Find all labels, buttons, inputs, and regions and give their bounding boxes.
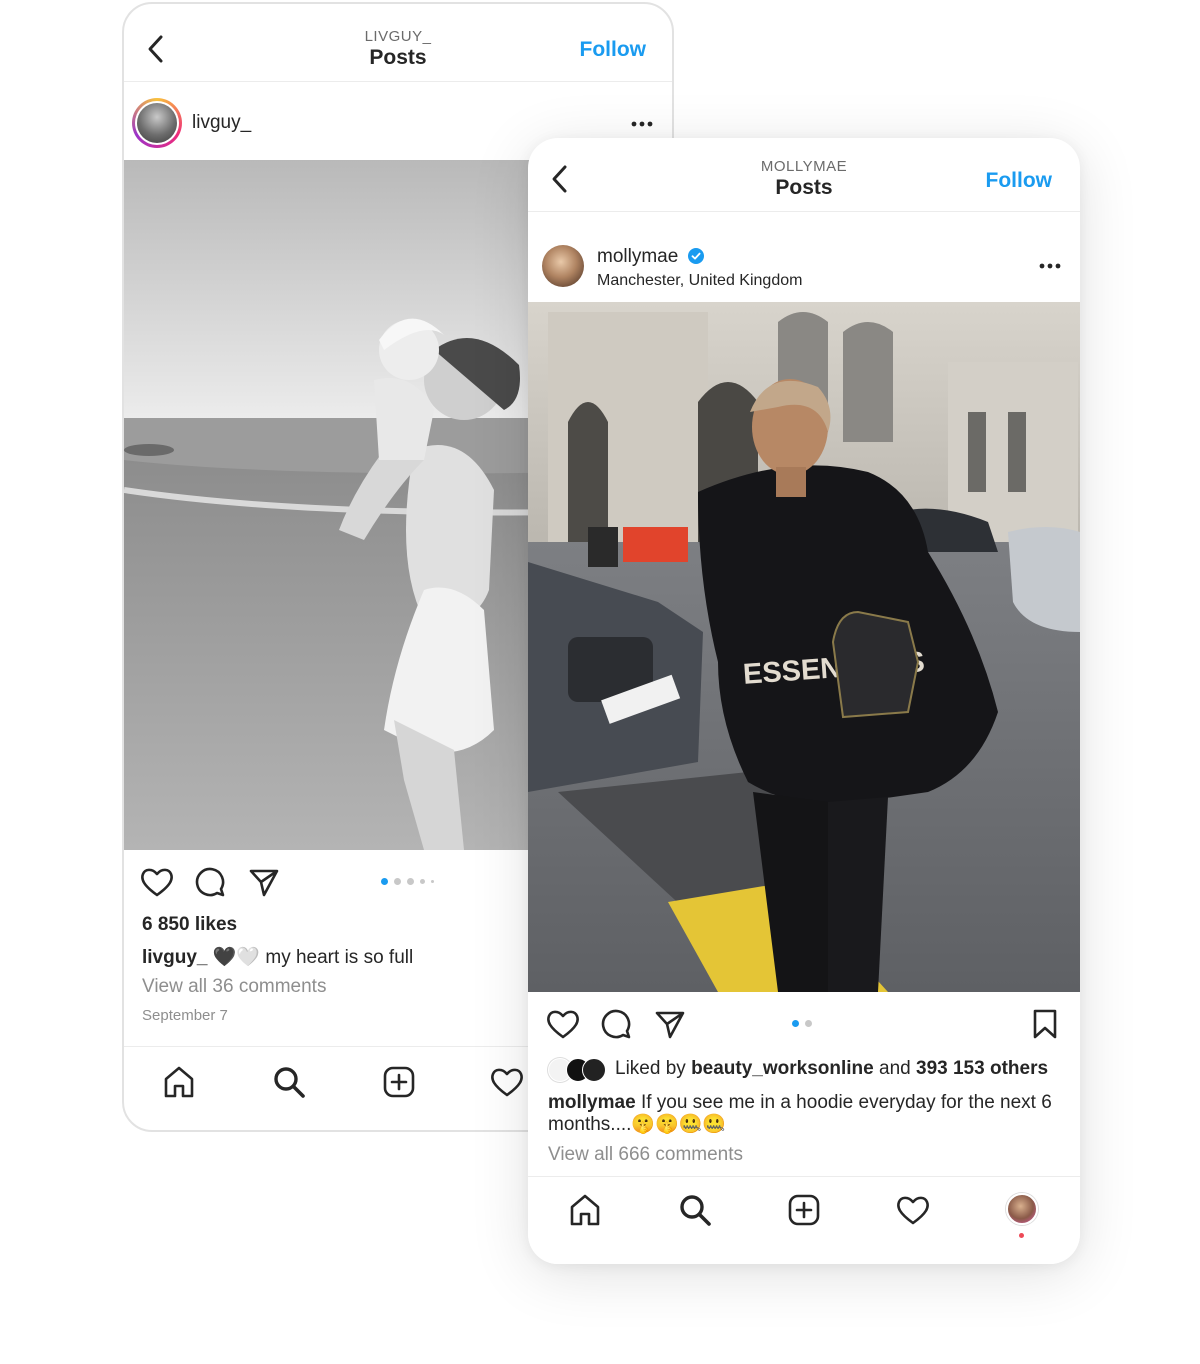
caption-username[interactable]: livguy_ <box>142 947 207 968</box>
front-phone-screen: MOLLYMAE Posts Follow mollymae Mancheste… <box>528 138 1080 1264</box>
carousel-dot <box>381 878 388 885</box>
carousel-indicator <box>792 1020 812 1027</box>
liked-by-line: Liked by beauty_worksonline and 393 153 … <box>615 1058 1048 1080</box>
caption-text: my heart is so full <box>265 947 414 968</box>
add-post-icon[interactable] <box>382 1065 416 1099</box>
story-avatar[interactable] <box>132 98 182 148</box>
carousel-dot <box>394 878 401 885</box>
bottom-nav <box>528 1176 1080 1264</box>
profile-avatar[interactable] <box>1006 1193 1038 1225</box>
follow-button[interactable]: Follow <box>986 169 1053 193</box>
more-options-icon[interactable] <box>1038 262 1062 270</box>
post-caption: livguy_ 🖤🤍 my heart is so full <box>142 945 413 969</box>
liked-by-user[interactable]: beauty_worksonline <box>691 1058 874 1079</box>
post-username-text[interactable]: mollymae <box>597 246 678 267</box>
liked-by-avatar <box>582 1058 606 1082</box>
share-icon[interactable] <box>248 866 280 898</box>
carousel-dot <box>805 1020 812 1027</box>
like-heart-icon[interactable] <box>546 1008 580 1040</box>
home-icon[interactable] <box>568 1193 602 1227</box>
heart-icon[interactable] <box>896 1193 930 1227</box>
verified-badge-icon <box>687 248 704 264</box>
post-location[interactable]: Manchester, United Kingdom <box>597 272 802 290</box>
notification-dot <box>1019 1233 1024 1238</box>
caption-username[interactable]: mollymae <box>548 1092 636 1113</box>
follow-button[interactable]: Follow <box>580 38 647 62</box>
carousel-dot <box>792 1020 799 1027</box>
liked-by-avatars[interactable] <box>548 1058 610 1082</box>
bookmark-icon[interactable] <box>1031 1008 1059 1040</box>
home-icon[interactable] <box>162 1065 196 1099</box>
post-photo[interactable]: ESSENTIALS <box>528 302 1080 992</box>
view-comments-link[interactable]: View all 36 comments <box>142 976 326 998</box>
caption-emoji: 🖤🤍 <box>212 947 261 968</box>
user-avatar[interactable] <box>542 245 584 287</box>
search-icon[interactable] <box>272 1065 306 1099</box>
post-header: mollymae Manchester, United Kingdom <box>528 213 1080 301</box>
post-date: September 7 <box>142 1007 228 1024</box>
heart-icon[interactable] <box>490 1065 524 1099</box>
post-username[interactable]: livguy_ <box>192 112 251 134</box>
top-bar: LIVGUY_ Posts Follow <box>124 4 672 82</box>
liked-by-and: and <box>879 1058 911 1079</box>
carousel-dot <box>420 879 425 884</box>
carousel-dot <box>431 880 434 883</box>
share-icon[interactable] <box>654 1008 686 1040</box>
top-bar: MOLLYMAE Posts Follow <box>528 138 1080 212</box>
like-heart-icon[interactable] <box>140 866 174 898</box>
more-options-icon[interactable] <box>630 120 654 128</box>
liked-by-others[interactable]: 393 153 others <box>916 1058 1048 1079</box>
search-icon[interactable] <box>678 1193 712 1227</box>
carousel-indicator <box>381 878 434 885</box>
likes-count[interactable]: 6 850 likes <box>142 914 237 936</box>
carousel-dot <box>407 878 414 885</box>
post-username: mollymae <box>597 246 704 268</box>
post-caption: mollymae If you see me in a hoodie every… <box>548 1092 1068 1136</box>
liked-by-prefix: Liked by <box>615 1058 686 1079</box>
add-post-icon[interactable] <box>787 1193 821 1227</box>
view-comments-link[interactable]: View all 666 comments <box>548 1144 743 1166</box>
comment-icon[interactable] <box>194 866 226 898</box>
comment-icon[interactable] <box>600 1008 632 1040</box>
